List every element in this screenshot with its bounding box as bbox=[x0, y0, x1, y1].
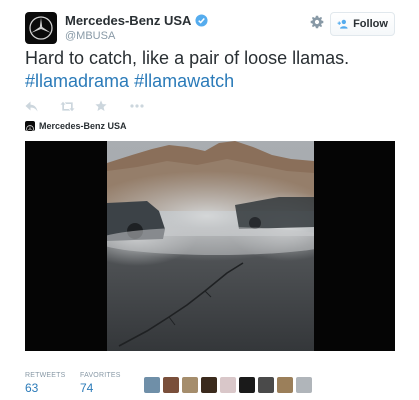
add-user-icon bbox=[337, 19, 348, 29]
card-author-name[interactable]: Mercedes-Benz USA bbox=[39, 121, 127, 131]
reply-button[interactable] bbox=[25, 99, 60, 113]
retweets-count: 63 bbox=[25, 381, 39, 395]
favoriter-avatar[interactable] bbox=[182, 377, 198, 393]
favorites-stat[interactable]: FAVORITES 74 bbox=[80, 372, 135, 395]
favorites-label: FAVORITES bbox=[80, 372, 121, 379]
mercedes-star-logo-icon bbox=[26, 125, 34, 131]
card-header: Mercedes-Benz USA bbox=[25, 120, 127, 132]
gear-icon[interactable] bbox=[310, 15, 324, 29]
tweet-body: Hard to catch, like a pair of loose llam… bbox=[25, 48, 350, 68]
retweet-button[interactable] bbox=[60, 99, 95, 113]
video-player[interactable] bbox=[25, 141, 395, 351]
favoriter-avatar[interactable] bbox=[239, 377, 255, 393]
tweet-stats: RETWEETS 63 FAVORITES 74 bbox=[25, 372, 135, 395]
video-thumbnail bbox=[107, 141, 314, 351]
hashtag-link[interactable]: #llamadrama bbox=[25, 71, 129, 91]
author-handle[interactable]: @MBUSA bbox=[65, 30, 115, 42]
card-author-avatar[interactable] bbox=[25, 121, 35, 131]
author-display-name[interactable]: Mercedes-Benz USA bbox=[65, 13, 191, 28]
favoriter-avatar[interactable] bbox=[163, 377, 179, 393]
mercedes-star-logo-icon bbox=[29, 16, 53, 40]
favorite-icon bbox=[95, 100, 107, 111]
retweets-label: RETWEETS bbox=[25, 372, 66, 379]
tweet-actions bbox=[25, 99, 165, 113]
favoriter-avatar[interactable] bbox=[258, 377, 274, 393]
favoriter-avatar[interactable] bbox=[220, 377, 236, 393]
tweet-text: Hard to catch, like a pair of loose llam… bbox=[25, 47, 395, 93]
favoriter-avatar[interactable] bbox=[144, 377, 160, 393]
favoriter-avatar[interactable] bbox=[201, 377, 217, 393]
more-button[interactable] bbox=[130, 99, 165, 113]
favoriters-avatars bbox=[144, 377, 312, 393]
favoriter-avatar[interactable] bbox=[296, 377, 312, 393]
follow-button[interactable]: Follow bbox=[330, 12, 395, 36]
favorite-button[interactable] bbox=[95, 99, 130, 113]
favoriter-avatar[interactable] bbox=[277, 377, 293, 393]
author-name-row: Mercedes-Benz USA bbox=[65, 13, 208, 28]
tweet-header: Mercedes-Benz USA @MBUSA Follow bbox=[25, 12, 395, 44]
reply-icon bbox=[25, 101, 38, 111]
retweet-icon bbox=[60, 101, 75, 111]
hashtag-link[interactable]: #llamawatch bbox=[134, 71, 234, 91]
more-icon bbox=[130, 104, 144, 108]
verified-badge-icon bbox=[195, 14, 208, 27]
retweets-stat[interactable]: RETWEETS 63 bbox=[25, 372, 80, 395]
author-avatar[interactable] bbox=[25, 12, 57, 44]
favorites-count: 74 bbox=[80, 381, 94, 395]
follow-button-label: Follow bbox=[353, 18, 388, 30]
